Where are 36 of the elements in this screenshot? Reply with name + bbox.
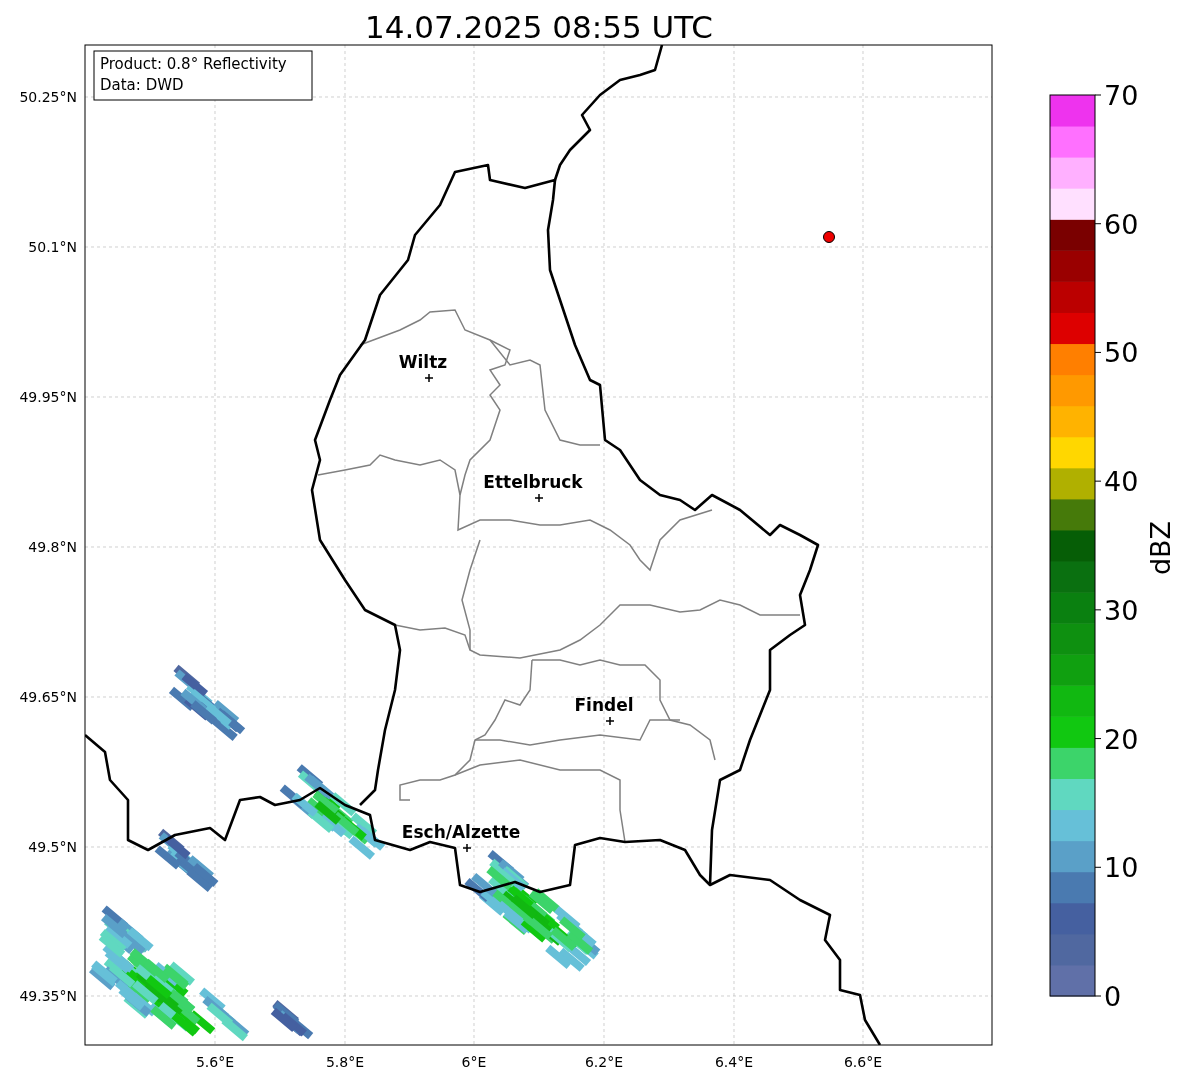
- latitude-label: 49.95°N: [19, 389, 77, 405]
- longitude-label: 6.4°E: [714, 1054, 754, 1070]
- radar-echo: [270, 1000, 314, 1040]
- longitude-label: 6°E: [461, 1054, 487, 1070]
- longitude-label: 5.6°E: [195, 1054, 235, 1070]
- latitude-label: 49.8°N: [28, 539, 77, 555]
- longitude-label: 5.8°E: [325, 1054, 365, 1070]
- scale-label: 30: [1104, 594, 1139, 626]
- radar-echo: [154, 828, 219, 892]
- scale-label: 20: [1104, 723, 1139, 755]
- latitude-label: 50.25°N: [19, 89, 77, 105]
- latitude-label: 49.35°N: [19, 988, 77, 1004]
- latitude-label: 49.65°N: [19, 689, 77, 705]
- scale-title: dBZ: [1145, 520, 1176, 576]
- scale-label: 70: [1104, 80, 1139, 111]
- info-text: Product: 0.8° Reflectivity: [100, 55, 287, 73]
- scale-label: 50: [1104, 337, 1139, 369]
- city-label: Findel: [574, 695, 634, 715]
- city-marker-icon: [605, 716, 615, 726]
- city-marker-icon: [462, 843, 472, 853]
- longitude-label: 6.6°E: [843, 1054, 883, 1070]
- city-label: Wiltz: [398, 352, 448, 372]
- longitude-label: 6.2°E: [584, 1054, 624, 1070]
- scale-label: 40: [1104, 466, 1139, 498]
- latitude-label: 49.5°N: [28, 839, 77, 855]
- latitude-label: 50.1°N: [28, 239, 77, 255]
- info-text: Data: DWD: [100, 76, 184, 94]
- scale-label: 0: [1104, 981, 1122, 1012]
- city-marker-icon: [534, 493, 544, 503]
- city-label: Esch/Alzette: [401, 822, 521, 842]
- scale-label: 60: [1104, 208, 1139, 240]
- scale-label: 10: [1104, 852, 1139, 884]
- location-dot: [823, 231, 835, 243]
- chart-title: 14.07.2025 08:55 UTC: [365, 9, 713, 45]
- city-label: Ettelbruck: [483, 472, 583, 492]
- city-marker-icon: [424, 373, 434, 383]
